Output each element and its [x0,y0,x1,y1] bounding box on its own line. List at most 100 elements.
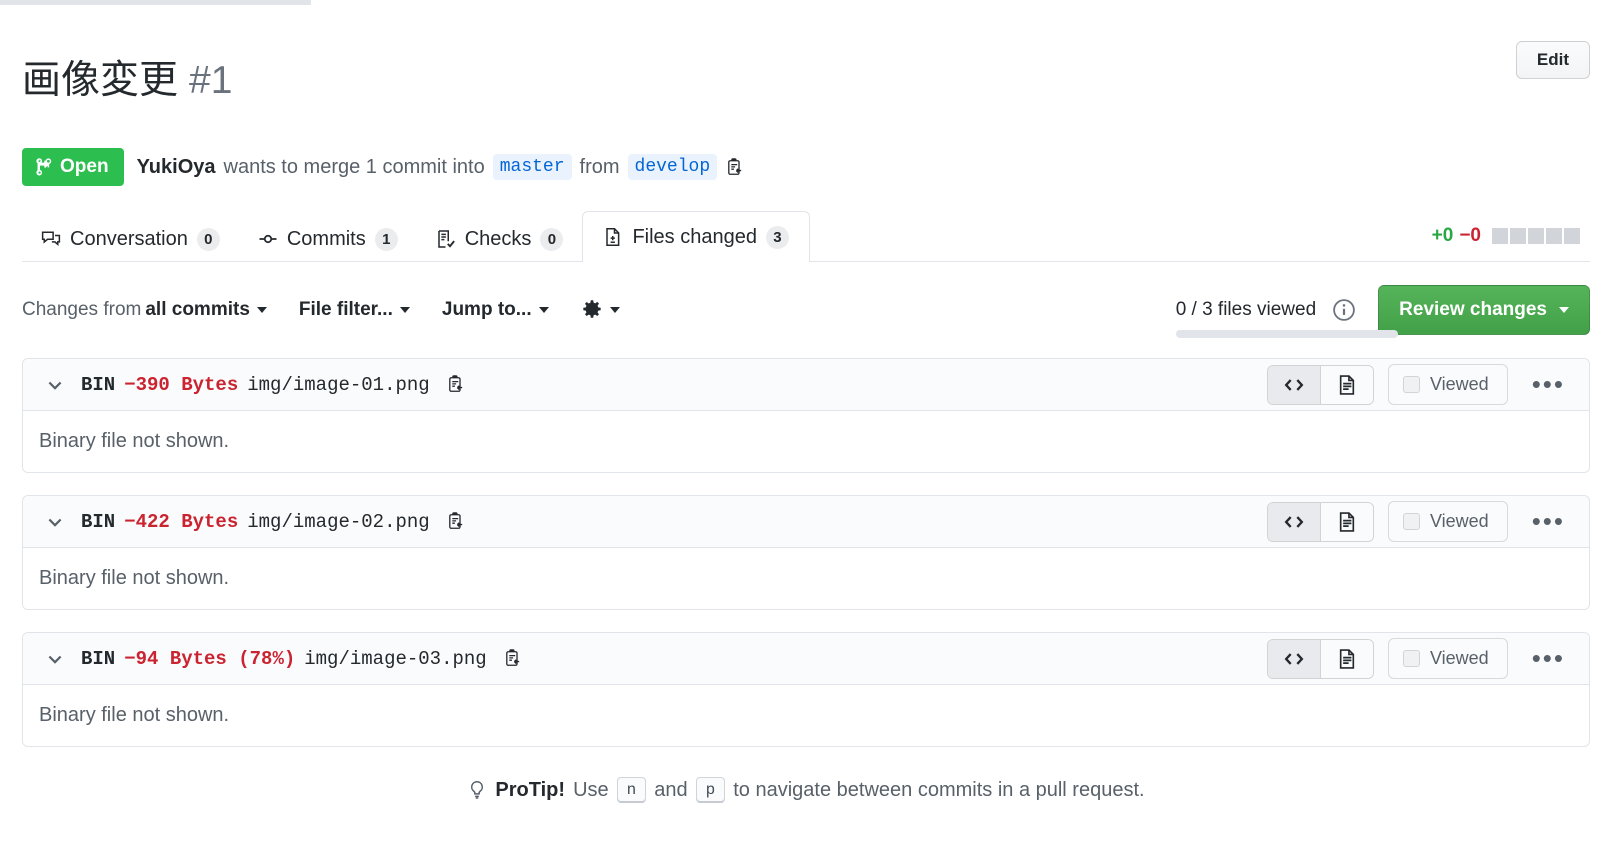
viewed-checkbox-button[interactable]: Viewed [1387,501,1508,543]
file-header-right: Viewed ••• [1266,501,1575,543]
viewed-checkbox-button[interactable]: Viewed [1387,364,1508,406]
file-body: Binary file not shown. [23,685,1589,747]
tab-label: Files changed [632,225,757,248]
chevron-down-icon[interactable] [45,649,65,669]
tab-label: Checks [464,227,532,250]
file-path[interactable]: img/image-02.png [247,511,429,533]
tab-checks[interactable]: Checks 0 [417,215,583,263]
copy-path-icon[interactable] [446,512,465,531]
viewed-label: Viewed [1429,648,1489,669]
file-meta: BIN −422 Bytes img/image-02.png [81,511,430,533]
pr-tabnav: Conversation 0 Commits 1 Checks 0 Files … [22,208,1590,263]
merge-text-before: wants to merge 1 commit into [223,155,485,178]
tab-conversation[interactable]: Conversation 0 [22,215,239,263]
comment-discussion-icon [41,229,61,249]
file-mode: BIN [81,373,116,396]
review-changes-label: Review changes [1399,299,1547,321]
base-branch-chip[interactable]: master [492,154,572,181]
diffstat-deletions: −0 [1459,225,1481,247]
diffstat-blocks [1492,228,1580,245]
pr-state-row: Open YukiOya wants to merge 1 commit int… [22,148,1590,187]
view-source-button[interactable] [1267,639,1320,678]
file-body: Binary file not shown. [23,411,1589,473]
view-mode-toggle [1266,638,1374,679]
pull-request-files-changed-page: 画像変更 #1 Edit Open YukiOya wants to merge… [0,0,1612,864]
file-mode: BIN [81,510,116,533]
file-header-right: Viewed ••• [1266,364,1575,406]
tab-counter: 1 [374,227,398,252]
file-header-left: BIN −94 Bytes (78%) img/image-03.png [45,648,522,670]
file-path[interactable]: img/image-03.png [304,648,486,670]
file-path[interactable]: img/image-01.png [247,374,429,396]
diff-settings-dropdown[interactable] [581,299,620,321]
copy-path-icon[interactable] [503,649,522,668]
diff-toolbar-left: Changes from all commits File filter... … [22,299,620,321]
chevron-down-icon [538,307,549,314]
chevron-down-icon[interactable] [45,375,65,395]
file-header-right: Viewed ••• [1266,638,1575,680]
view-rich-diff-button[interactable] [1319,365,1373,404]
page-title: 画像変更 #1 [22,59,232,104]
file-bytes: −390 Bytes [124,373,239,396]
view-source-button[interactable] [1267,502,1320,541]
chevron-down-icon[interactable] [45,512,65,532]
info-icon[interactable] [1332,298,1356,322]
view-source-button[interactable] [1267,365,1320,404]
file-header-left: BIN −422 Bytes img/image-02.png [45,511,465,533]
file-header: BIN −94 Bytes (78%) img/image-03.png Vie… [23,633,1589,686]
pr-author[interactable]: YukiOya [137,156,216,179]
merge-text-middle: from [579,155,620,178]
file-list: BIN −390 Bytes img/image-01.png Viewed •… [22,358,1590,748]
copy-path-icon[interactable] [446,375,465,394]
review-changes-button[interactable]: Review changes [1378,285,1590,336]
view-mode-toggle [1266,501,1374,542]
viewed-checkbox[interactable] [1402,376,1420,394]
chevron-down-icon [609,307,620,314]
file-options-kebab-icon[interactable]: ••• [1522,645,1575,671]
viewed-checkbox[interactable] [1402,650,1420,668]
tab-list: Conversation 0 Commits 1 Checks 0 Files … [22,210,810,263]
jump-to-dropdown[interactable]: Jump to... [442,299,549,321]
copy-branch-icon[interactable] [725,157,744,177]
changes-from-dropdown[interactable]: Changes from all commits [22,299,267,321]
diffstat-block [1492,228,1508,245]
file-options-kebab-icon[interactable]: ••• [1522,371,1575,397]
diffstat-additions: +0 [1431,225,1454,247]
file-bytes: −422 Bytes [124,510,239,533]
tab-files-changed[interactable]: Files changed 3 [582,210,810,263]
diffstat-block [1546,228,1562,245]
protip-key-p: p [695,777,726,804]
changes-from-prefix: Changes from [22,299,142,321]
git-commit-icon [258,229,278,249]
jump-to-label: Jump to... [441,299,532,321]
file-filter-dropdown[interactable]: File filter... [299,299,410,321]
checklist-icon [436,229,456,249]
file-body: Binary file not shown. [23,548,1589,610]
file-bytes: −94 Bytes (78%) [124,647,296,670]
tab-counter: 0 [196,227,220,252]
file-options-kebab-icon[interactable]: ••• [1522,508,1575,534]
edit-button[interactable]: Edit [1515,41,1590,79]
page-content: 画像変更 #1 Edit Open YukiOya wants to merge… [22,0,1590,804]
protip-text-2: and [654,778,688,801]
diffstat: +0 −0 [1432,225,1590,261]
tab-commits[interactable]: Commits 1 [239,215,417,263]
view-rich-diff-button[interactable] [1319,639,1373,678]
file-header-left: BIN −390 Bytes img/image-01.png [45,374,465,396]
head-branch-chip[interactable]: develop [627,154,718,181]
lightbulb-icon [467,780,487,800]
tab-counter: 3 [765,225,789,250]
viewed-checkbox-button[interactable]: Viewed [1387,638,1508,680]
viewed-label: Viewed [1429,374,1489,395]
view-rich-diff-button[interactable] [1319,502,1373,541]
diff-toolbar-right: 0 / 3 files viewed Review changes [1175,285,1590,339]
pr-title-text: 画像変更 [22,59,179,103]
status-badge: Open [22,148,124,187]
merge-byline: YukiOya wants to merge 1 commit into mas… [137,154,745,181]
file-diff-item: BIN −390 Bytes img/image-01.png Viewed •… [22,358,1590,474]
diff-toolbar: Changes from all commits File filter... … [22,284,1590,339]
protip-footer: ProTip! Use n and p to navigate between … [22,777,1590,804]
file-filter-label: File filter... [298,299,393,321]
files-viewed-label: 0 / 3 files viewed [1175,299,1317,321]
viewed-checkbox[interactable] [1402,513,1420,531]
